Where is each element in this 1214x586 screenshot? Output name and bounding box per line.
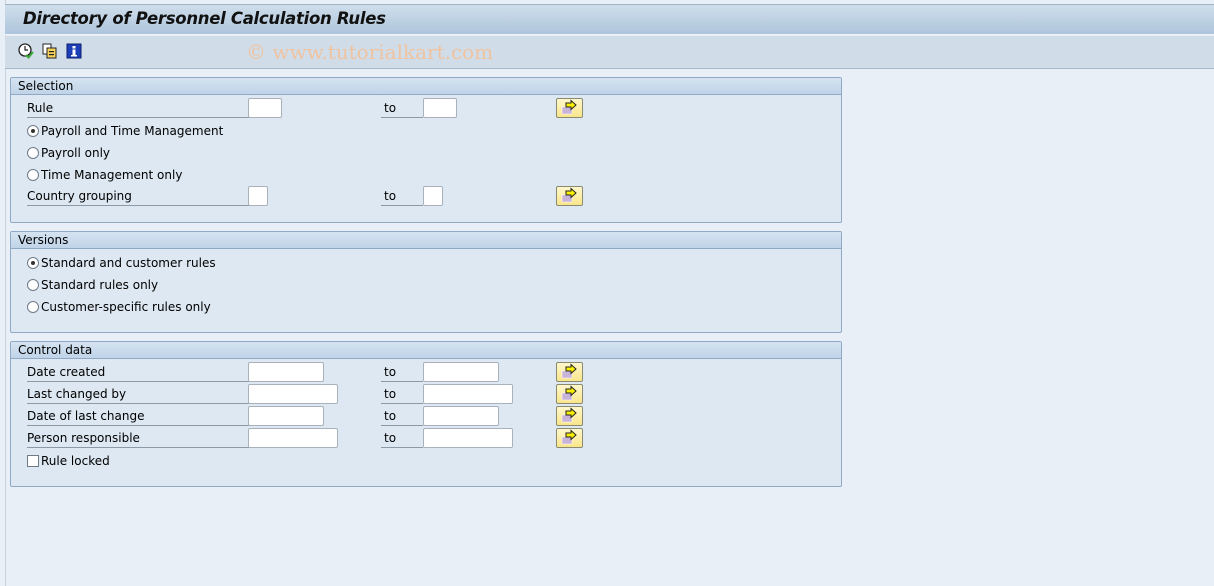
date-of-last-change-from-input[interactable] [248, 406, 324, 426]
country-grouping-label: Country grouping [27, 186, 249, 206]
rule-locked-checkbox[interactable] [27, 455, 39, 467]
radio-label: Standard rules only [41, 278, 159, 292]
multiple-selection-icon [561, 99, 577, 115]
multiple-selection-icon [561, 187, 577, 203]
rule-locked-checkbox-row[interactable]: Rule locked [27, 452, 110, 470]
last-changed-by-to-input[interactable] [423, 384, 513, 404]
versions-group: Versions Standard and customer rules Sta… [10, 231, 842, 333]
selection-header: Selection [11, 78, 841, 95]
multiple-selection-icon [561, 385, 577, 401]
title-bar: Directory of Personnel Calculation Rules [5, 4, 1214, 35]
person-responsible-to-label: to [381, 428, 423, 448]
last-changed-by-row: Last changed by to [11, 384, 841, 406]
person-responsible-row: Person responsible to [11, 428, 841, 450]
control-data-header: Control data [11, 342, 841, 359]
country-grouping-to-input[interactable] [423, 186, 443, 206]
person-responsible-multiple-selection-button[interactable] [556, 428, 583, 448]
last-changed-by-from-input[interactable] [248, 384, 338, 404]
country-grouping-to-label: to [381, 186, 423, 206]
date-created-label: Date created [27, 362, 249, 382]
radio-label: Customer-specific rules only [41, 300, 211, 314]
radio-standard-only[interactable]: Standard rules only [27, 276, 158, 294]
radio-label: Standard and customer rules [41, 256, 216, 270]
date-created-multiple-selection-button[interactable] [556, 362, 583, 382]
versions-header: Versions [11, 232, 841, 249]
radio-button[interactable] [27, 279, 39, 291]
selection-group: Selection Rule to Payroll and Time Manag… [10, 77, 842, 223]
rule-label: Rule [27, 98, 249, 118]
last-changed-by-to-label: to [381, 384, 423, 404]
radio-button[interactable] [27, 169, 39, 181]
radio-button[interactable] [27, 147, 39, 159]
date-created-row: Date created to [11, 362, 841, 384]
radio-standard-and-customer[interactable]: Standard and customer rules [27, 254, 216, 272]
radio-payroll-and-time[interactable]: Payroll and Time Management [27, 122, 223, 140]
date-created-to-input[interactable] [423, 362, 499, 382]
radio-button-checked[interactable] [27, 257, 39, 269]
rule-locked-label: Rule locked [41, 454, 110, 468]
rule-multiple-selection-button[interactable] [556, 98, 583, 118]
multiple-selection-icon [561, 429, 577, 445]
radio-button-checked[interactable] [27, 125, 39, 137]
multiple-selection-icon [561, 363, 577, 379]
rule-to-label: to [381, 98, 423, 118]
program-documentation-icon[interactable] [65, 42, 83, 60]
rule-from-input[interactable] [248, 98, 282, 118]
radio-label: Payroll and Time Management [41, 124, 224, 138]
radio-button[interactable] [27, 301, 39, 313]
radio-label: Payroll only [41, 146, 111, 160]
person-responsible-label: Person responsible [27, 428, 249, 448]
radio-payroll-only[interactable]: Payroll only [27, 144, 110, 162]
person-responsible-from-input[interactable] [248, 428, 338, 448]
person-responsible-to-input[interactable] [423, 428, 513, 448]
date-of-last-change-to-input[interactable] [423, 406, 499, 426]
last-changed-by-label: Last changed by [27, 384, 249, 404]
radio-label: Time Management only [41, 168, 183, 182]
country-grouping-from-input[interactable] [248, 186, 268, 206]
multiple-selection-icon [561, 407, 577, 423]
date-of-last-change-row: Date of last change to [11, 406, 841, 428]
date-of-last-change-to-label: to [381, 406, 423, 426]
radio-customer-specific-only[interactable]: Customer-specific rules only [27, 298, 211, 316]
execute-icon[interactable] [17, 42, 35, 60]
date-of-last-change-multiple-selection-button[interactable] [556, 406, 583, 426]
radio-time-management-only[interactable]: Time Management only [27, 166, 182, 184]
control-data-group: Control data Date created to Last change… [10, 341, 842, 487]
page-title: Directory of Personnel Calculation Rules [23, 9, 386, 28]
last-changed-by-multiple-selection-button[interactable] [556, 384, 583, 404]
country-grouping-multiple-selection-button[interactable] [556, 186, 583, 206]
rule-row: Rule to [11, 98, 841, 120]
application-toolbar [5, 36, 1214, 69]
country-grouping-row: Country grouping to [11, 186, 841, 208]
date-created-to-label: to [381, 362, 423, 382]
rule-to-input[interactable] [423, 98, 457, 118]
date-of-last-change-label: Date of last change [27, 406, 249, 426]
date-created-from-input[interactable] [248, 362, 324, 382]
get-variant-icon[interactable] [41, 42, 59, 60]
